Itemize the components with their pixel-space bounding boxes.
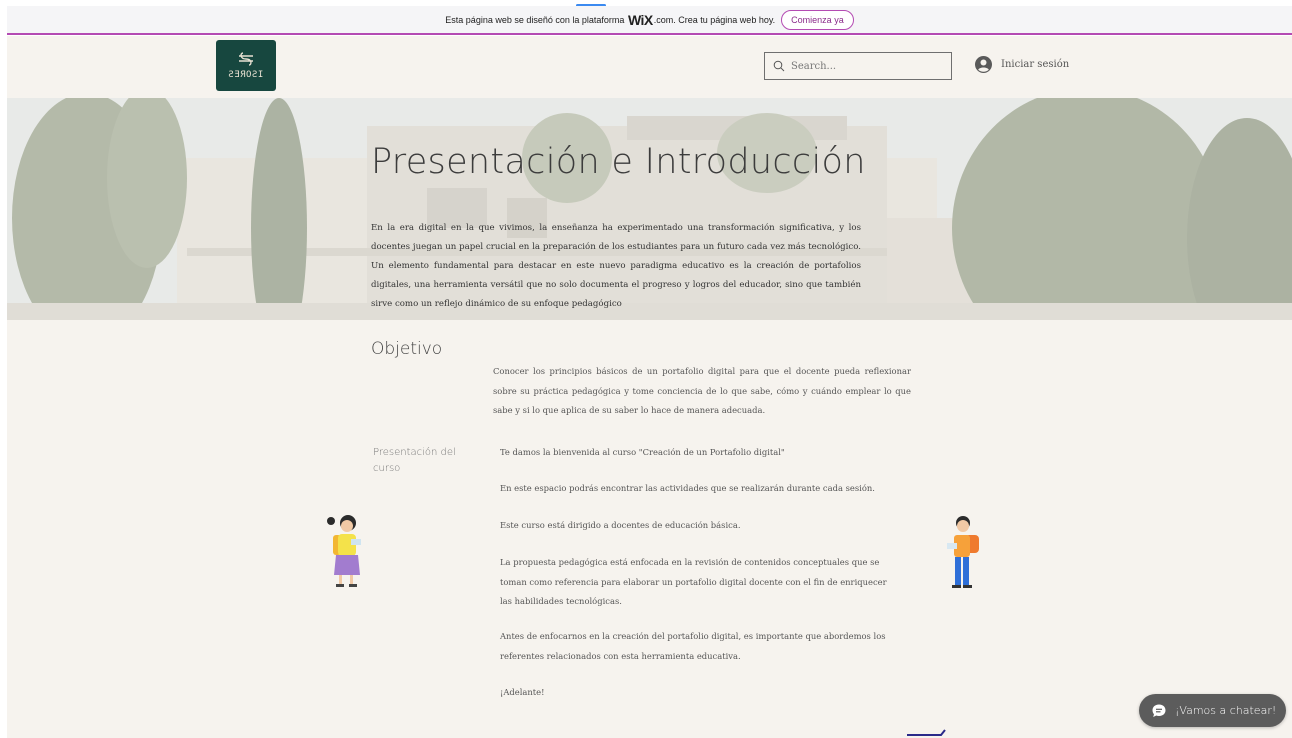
login-label: Iniciar sesión (1001, 59, 1070, 70)
login-button[interactable]: Iniciar sesión (975, 56, 1069, 73)
chat-button[interactable]: ¡Vamos a chatear! (1139, 694, 1286, 727)
chat-bubble-icon (1152, 704, 1166, 717)
course-paragraph: Te damos la bienvenida al curso "Creació… (500, 447, 785, 457)
start-now-button[interactable]: Comienza ya (781, 9, 854, 30)
course-paragraph: La propuesta pedagógica está enfocada en… (500, 557, 887, 606)
course-paragraph: Este curso está dirigido a docentes de e… (500, 520, 741, 530)
user-avatar-icon (975, 56, 992, 73)
search-icon (773, 60, 785, 72)
logo-text: ƧƎЯOƧI (228, 70, 264, 80)
intro-paragraph: En la era digital en la que vivimos, la … (371, 223, 861, 309)
main-content: Objetivo Conocer los principios básicos … (7, 320, 1292, 738)
pencil-illustration (907, 729, 946, 736)
wix-logo[interactable]: WiX (628, 12, 653, 28)
hero-section: Presentación e Introducción En la era di… (7, 98, 1292, 320)
logo-symbol-icon (237, 51, 255, 70)
student-girl-illustration (327, 515, 361, 587)
wix-promo-banner: Esta página web se diseñó con la platafo… (7, 6, 1292, 35)
objective-heading: Objetivo (371, 339, 443, 359)
course-heading: Presentación del curso (373, 447, 456, 474)
site-header: ƧƎЯOƧI Iniciar sesión (7, 36, 1292, 98)
course-paragraph: En este espacio podrás encontrar las act… (500, 483, 875, 493)
banner-text-after: .com. Crea tu página web hoy. (653, 14, 776, 25)
search-input[interactable] (791, 60, 941, 72)
site-logo[interactable]: ƧƎЯOƧI (216, 40, 276, 91)
student-boy-illustration (947, 516, 979, 588)
course-paragraph: Antes de enfocarnos en la creación del p… (500, 631, 886, 661)
course-paragraph: ¡Adelante! (500, 687, 545, 697)
search-box[interactable] (764, 52, 952, 80)
banner-text-before: Esta página web se diseñó con la platafo… (445, 14, 625, 25)
objective-text: Conocer los principios básicos de un por… (493, 366, 911, 415)
page-title: Presentación e Introducción (371, 142, 866, 182)
chat-label: ¡Vamos a chatear! (1175, 704, 1277, 717)
